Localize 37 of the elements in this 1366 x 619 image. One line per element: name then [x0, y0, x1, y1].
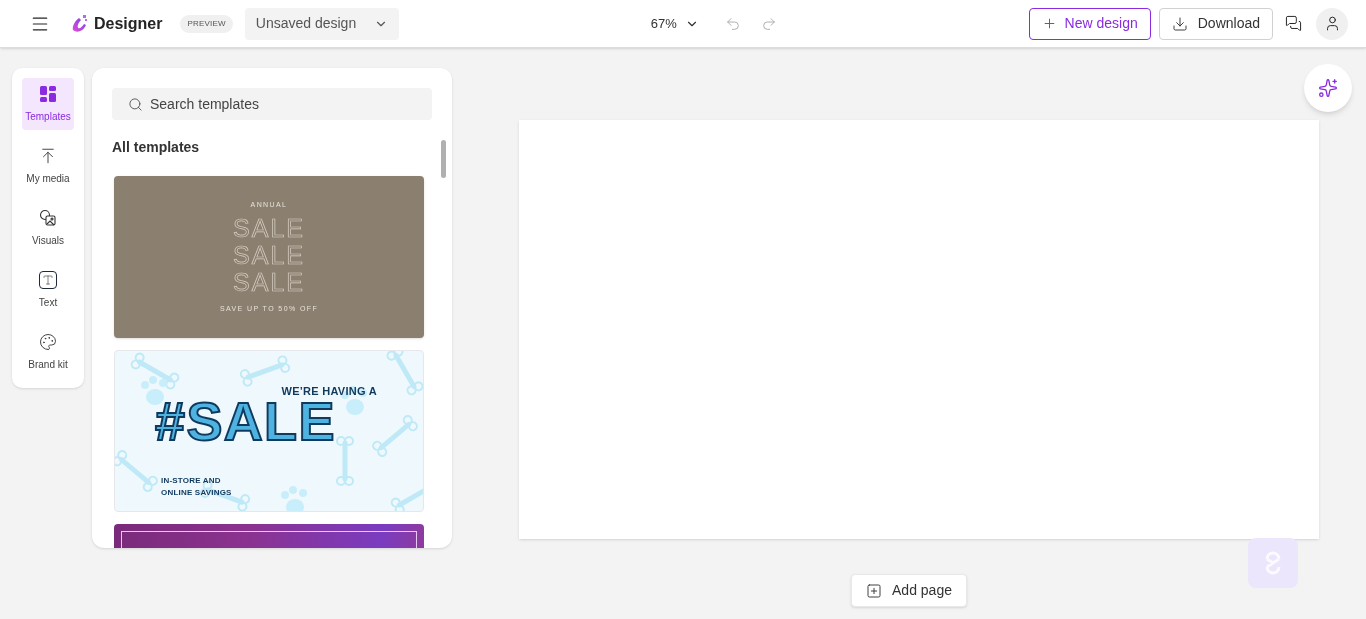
grid-icon — [39, 84, 57, 103]
rail-tab[interactable]: Templates — [22, 78, 74, 130]
download-icon — [1171, 15, 1188, 32]
section-heading: All templates — [112, 138, 201, 157]
people-chat-button[interactable] — [1285, 15, 1302, 32]
square-plus-icon — [866, 582, 882, 599]
plus-icon — [1041, 16, 1057, 31]
rail-tab[interactable]: My media — [22, 140, 74, 192]
sparkle-icon — [1318, 78, 1338, 98]
template-headline: SALE — [233, 241, 305, 269]
template-text: IN-STORE AND — [161, 475, 222, 487]
search-icon — [128, 97, 143, 112]
chat-icon — [1285, 15, 1302, 32]
template-text: ONLINE SAVINGS — [161, 487, 232, 499]
upload-icon — [39, 146, 57, 165]
download-button[interactable]: Download — [1158, 7, 1273, 40]
shapes-image-icon — [39, 208, 57, 227]
text-icon — [39, 270, 57, 289]
rail-tab[interactable]: Visuals — [22, 202, 74, 254]
preview-badge: PREVIEW — [180, 14, 233, 33]
account-button[interactable] — [1316, 7, 1348, 40]
scrollbar[interactable] — [441, 140, 446, 178]
zoom-dropdown[interactable]: 67% — [650, 13, 699, 34]
sparkle-button[interactable] — [1304, 64, 1352, 112]
template-card[interactable]: WE’RE HAVING A #SALE IN-STORE AND ONLINE SAVINGS — [114, 350, 424, 512]
design-name-dropdown[interactable]: Unsaved design — [244, 7, 400, 40]
logo-icon — [70, 13, 90, 34]
app-name: Designer — [94, 13, 163, 34]
add-page-button[interactable]: Add page — [851, 574, 967, 607]
palette-icon — [39, 332, 57, 351]
rail-tab[interactable]: Text — [22, 264, 74, 316]
new-design-button[interactable]: New design — [1028, 7, 1151, 40]
rail-tab[interactable]: Brand kit — [22, 326, 74, 378]
template-headline: SALE — [233, 268, 305, 296]
template-headline: SALE — [233, 214, 305, 242]
template-text: WE’RE HAVING A — [281, 384, 377, 399]
search-field[interactable]: Search templates — [112, 88, 432, 120]
